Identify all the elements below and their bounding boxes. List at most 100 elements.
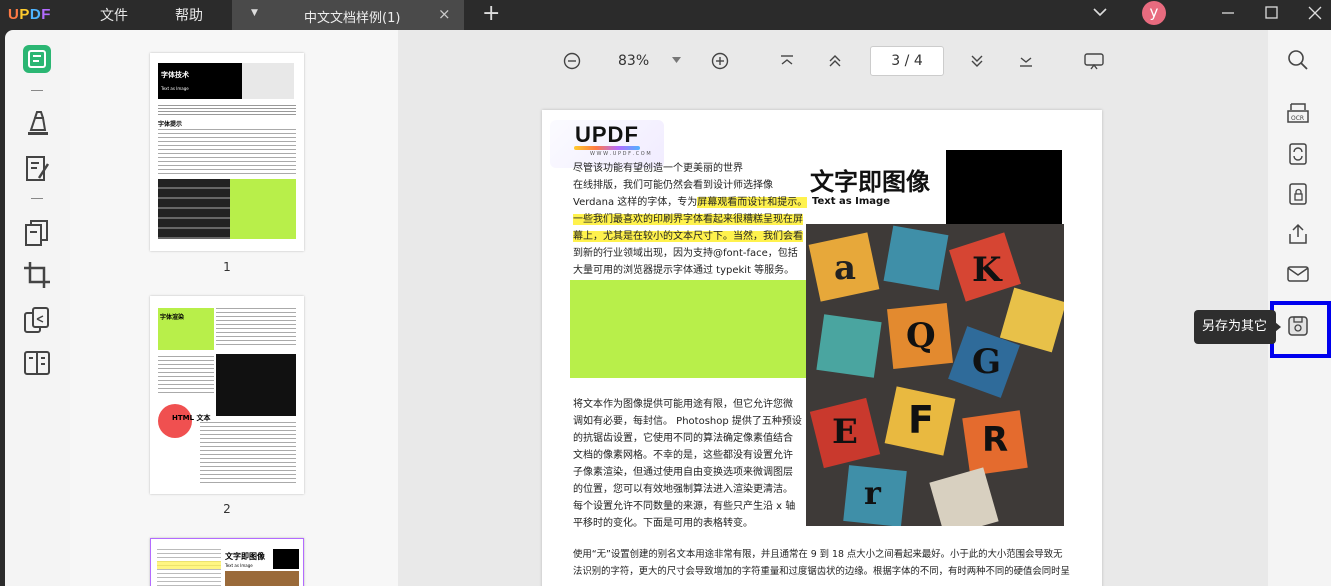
tile-letter: F — [908, 398, 934, 442]
menu-help[interactable]: 帮助 — [175, 5, 203, 25]
thumb-highlight — [157, 561, 221, 569]
paragraph-2: 将文本作为图像提供可能用途有限，但它允许您微 调如有必要，每封信。 Photos… — [573, 396, 809, 532]
thumb-subheading: Text as Image — [225, 563, 253, 568]
text-line: 大量可用的浏览器提示字体通过 typekit 等服务。 — [573, 262, 813, 279]
pdf-page[interactable]: UPDF W W W . U P D F . C O M 尽管该功能有望创造一个… — [542, 110, 1102, 586]
tile-letter: G — [972, 342, 1002, 382]
text-run: 尽管该功能有望创造一个更美丽的世界 — [573, 163, 743, 174]
page-subtitle: Text as Image — [812, 196, 890, 207]
thumb-black-block — [158, 63, 242, 99]
tile-letter: r — [864, 474, 881, 512]
text-line: 文档的像素网格。不幸的是，这些都没有设置允许 — [573, 450, 793, 461]
highlighted-text: 幕上，尤其是在较小的文本尺寸下。当然，我们会看 — [573, 231, 803, 242]
logo-letter: F — [41, 6, 51, 23]
tile-letter: K — [972, 250, 1002, 290]
logo-letter: D — [29, 6, 42, 23]
chevron-down-icon[interactable] — [1092, 4, 1108, 20]
tooltip-arrow — [1275, 322, 1281, 332]
close-window-icon[interactable] — [1305, 3, 1325, 23]
zoom-in-icon[interactable] — [711, 52, 729, 70]
tile-letter: R — [982, 420, 1009, 460]
text-line: 平移时的变化。下面是可用的表格转变。 — [573, 518, 753, 529]
text-run: Verdana 这样的字体，专为 — [573, 197, 698, 208]
thumb-heading: 字体技术 — [161, 71, 189, 79]
presentation-icon[interactable] — [1084, 52, 1104, 70]
text-line: 的位置，您可以有效地强制算法进入渲染更清洁。 — [573, 484, 793, 495]
thumb-image — [158, 179, 230, 239]
text-line: 子像素渲染，但通过使用自由变换选项来微调图层 — [573, 467, 793, 478]
tab-close-button[interactable]: × — [438, 5, 451, 23]
zoom-dropdown-icon[interactable] — [672, 57, 681, 64]
text-line: 到新的行业领域出现，因为支持@font-face，包括 — [573, 245, 813, 262]
reader-icon[interactable] — [22, 44, 52, 74]
text-line: 的抗锯齿设置，它使用不同的算法确定像素值结合 — [573, 433, 793, 444]
zoom-level[interactable]: 83% — [618, 53, 649, 69]
document-tab[interactable]: ▼ 中文文档样例(1) × — [232, 0, 464, 30]
crop-icon[interactable] — [22, 260, 52, 290]
convert-pdf-icon[interactable] — [1286, 142, 1310, 166]
thumb-subheading: Text as Image — [161, 86, 189, 91]
tile-letter: E — [832, 412, 858, 452]
share-icon[interactable] — [1286, 222, 1310, 246]
brand-url: W W W . U P D F . C O M — [590, 151, 651, 157]
previous-page-icon[interactable] — [827, 52, 843, 70]
edit-pdf-icon[interactable] — [22, 154, 52, 184]
tile-letter: a — [834, 248, 857, 288]
search-icon[interactable] — [1286, 48, 1310, 72]
thumb-heading: 文字即图像 — [225, 552, 265, 561]
next-page-icon[interactable] — [969, 52, 985, 70]
tab-dropdown-icon[interactable]: ▼ — [251, 8, 258, 18]
text-line: 将文本作为图像提供可能用途有限，但它允许您微 — [573, 399, 793, 410]
thumb-image — [216, 354, 296, 416]
first-page-icon[interactable] — [779, 53, 795, 69]
total-pages: 4 — [913, 53, 923, 69]
thumb-black-block — [273, 549, 299, 569]
avatar[interactable]: y — [1142, 1, 1166, 25]
thumb-text-lines — [200, 422, 296, 486]
last-page-icon[interactable] — [1018, 53, 1034, 69]
protect-icon[interactable] — [1286, 182, 1310, 206]
zoom-out-icon[interactable] — [563, 52, 581, 70]
text-line: 使用“无”设置创建的别名文本用途非常有限，并且通常在 9 到 18 点大小之间看… — [573, 549, 1063, 560]
view-toolbar: 83% 3 / 4 — [398, 30, 1268, 88]
menu-file[interactable]: 文件 — [100, 5, 128, 25]
highlighted-text: 一些我们最喜欢的印刷界字体看起来很糟糕呈现在屏 — [573, 214, 803, 225]
form-icon[interactable] — [22, 348, 52, 378]
app-window: UPDF 文件 帮助 ▼ 中文文档样例(1) × + y 字体技术 Text a… — [0, 0, 1331, 586]
minimize-icon[interactable] — [1218, 3, 1238, 23]
lime-block — [570, 280, 806, 378]
tile-letter: Q — [906, 316, 936, 356]
document-viewer[interactable]: 83% 3 / 4 UPDF W W W . U P D F . C O M 尽… — [398, 30, 1268, 586]
thumb-text-lines — [158, 105, 296, 115]
brand-logo: UPDF — [575, 122, 639, 147]
email-icon[interactable] — [1286, 262, 1310, 286]
page-thumbnail-2[interactable]: 字体渲染 HTML 文本 — [150, 296, 304, 494]
page-thumbnail-3[interactable]: 文字即图像 Text as Image — [150, 538, 304, 586]
highlighter-icon[interactable] — [22, 108, 52, 138]
thumb-lime-block — [230, 179, 296, 239]
page-number-input[interactable]: 3 / 4 — [870, 46, 944, 76]
text-line: 一些我们最喜欢的印刷界字体看起来很糟糕呈现在屏 — [573, 211, 813, 228]
app-logo[interactable]: UPDF — [8, 6, 51, 23]
maximize-icon[interactable] — [1262, 3, 1282, 23]
thumb-image — [225, 571, 299, 586]
thumb-text-lines — [216, 308, 296, 348]
organize-pages-icon[interactable] — [22, 218, 52, 248]
thumb-section: 字体提示 — [158, 121, 183, 128]
ocr-icon[interactable]: OCR — [1286, 102, 1310, 126]
divider — [31, 198, 43, 199]
save-as-tooltip: 另存为其它 — [1194, 310, 1276, 344]
page-number-label: 1 — [223, 260, 231, 274]
divider — [31, 90, 43, 91]
page-separator: / — [904, 53, 910, 69]
new-tab-button[interactable]: + — [482, 1, 500, 26]
tab-title: 中文文档样例(1) — [304, 11, 401, 26]
page-thumbnail-1[interactable]: 字体技术 Text as Image 字体提示 — [150, 53, 304, 251]
text-line: 在线排版，我们可能仍然会看到设计师选择像 — [573, 177, 813, 194]
tile — [883, 225, 949, 291]
convert-icon[interactable] — [22, 305, 52, 335]
page-title: 文字即图像 — [810, 168, 930, 196]
text-line: 调如有必要，每封信。 Photoshop 提供了五种预设 — [573, 416, 802, 427]
text-line: 每个设置允许不同数量的来源，有些只产生沿 x 轴 — [573, 501, 796, 512]
text-line: 法识别的字符，更大的尺寸会导致增加的字符重量和过度锯齿状的边缘。根据字体的不同，… — [573, 566, 1070, 577]
